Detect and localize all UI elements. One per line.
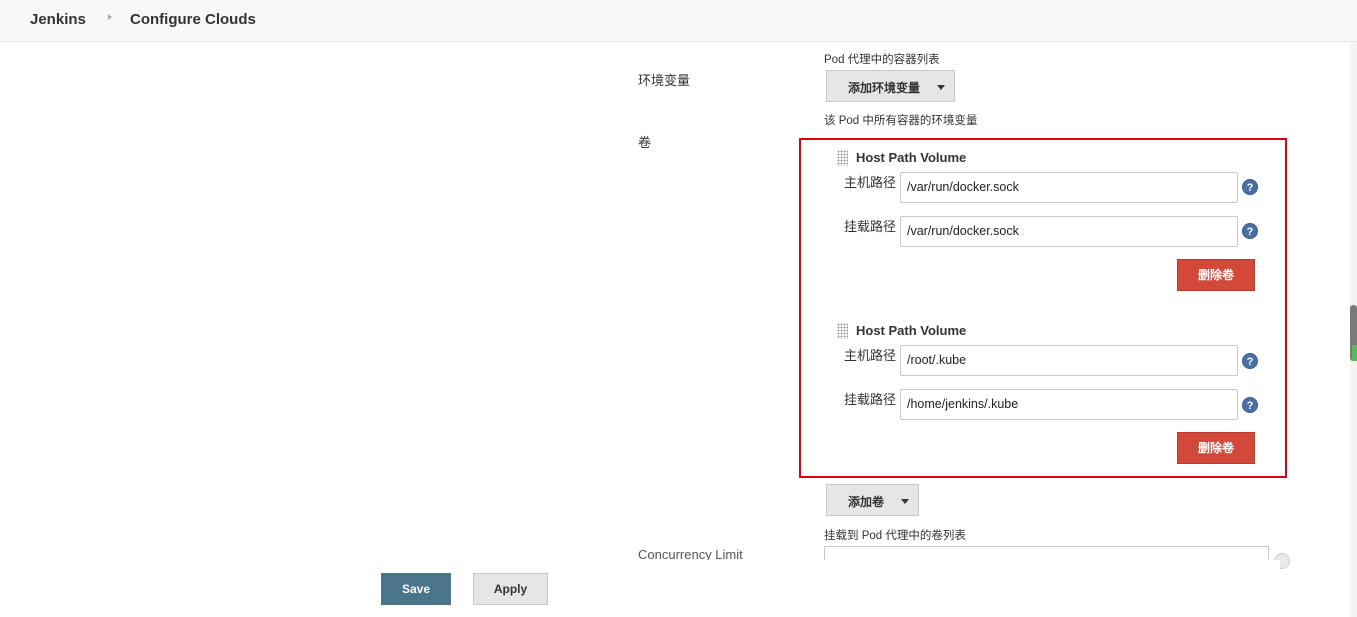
chevron-down-icon <box>937 85 945 90</box>
breadcrumb-jenkins[interactable]: Jenkins <box>30 11 86 28</box>
chevron-down-icon <box>901 499 909 504</box>
add-volume-button-label: 添加卷 <box>848 495 885 509</box>
volumes-label: 卷 <box>638 135 652 150</box>
env-label: 环境变量 <box>638 73 691 88</box>
mount-path-input[interactable]: /home/jenkins/.kube <box>900 389 1238 420</box>
volume-title: Host Path Volume <box>856 150 967 165</box>
delete-volume-button[interactable]: 删除卷 <box>1177 432 1255 464</box>
add-env-button-label: 添加环境变量 <box>848 81 921 95</box>
help-icon[interactable]: ? <box>1242 353 1258 369</box>
scrollbar-marker <box>1352 345 1357 361</box>
host-path-label: 主机路径 <box>844 175 897 190</box>
mount-path-label: 挂载路径 <box>844 392 897 407</box>
add-env-button[interactable]: 添加环境变量 <box>826 70 955 102</box>
breadcrumb-configure-clouds[interactable]: Configure Clouds <box>130 11 256 28</box>
mount-path-input[interactable]: /var/run/docker.sock <box>900 216 1238 247</box>
apply-button[interactable]: Apply <box>473 573 548 605</box>
host-path-input[interactable]: /var/run/docker.sock <box>900 172 1238 203</box>
breadcrumb-separator-icon <box>108 14 112 20</box>
drag-handle-icon[interactable] <box>837 150 848 166</box>
add-volume-button[interactable]: 添加卷 <box>826 484 919 516</box>
volumes-hint: 挂载到 Pod 代理中的卷列表 <box>824 530 966 542</box>
breadcrumb-bar: Jenkins Configure Clouds <box>0 0 1357 42</box>
help-icon[interactable]: ? <box>1242 179 1258 195</box>
delete-volume-button[interactable]: 删除卷 <box>1177 259 1255 291</box>
save-button[interactable]: Save <box>381 573 451 605</box>
mount-path-label: 挂载路径 <box>844 219 897 234</box>
container-list-hint: Pod 代理中的容器列表 <box>824 54 940 66</box>
host-path-label: 主机路径 <box>844 348 897 363</box>
host-path-input[interactable]: /root/.kube <box>900 345 1238 376</box>
help-icon[interactable]: ? <box>1242 397 1258 413</box>
env-hint: 该 Pod 中所有容器的环境变量 <box>824 115 978 127</box>
volume-title: Host Path Volume <box>856 323 967 338</box>
drag-handle-icon[interactable] <box>837 323 848 339</box>
help-icon[interactable]: ? <box>1242 223 1258 239</box>
